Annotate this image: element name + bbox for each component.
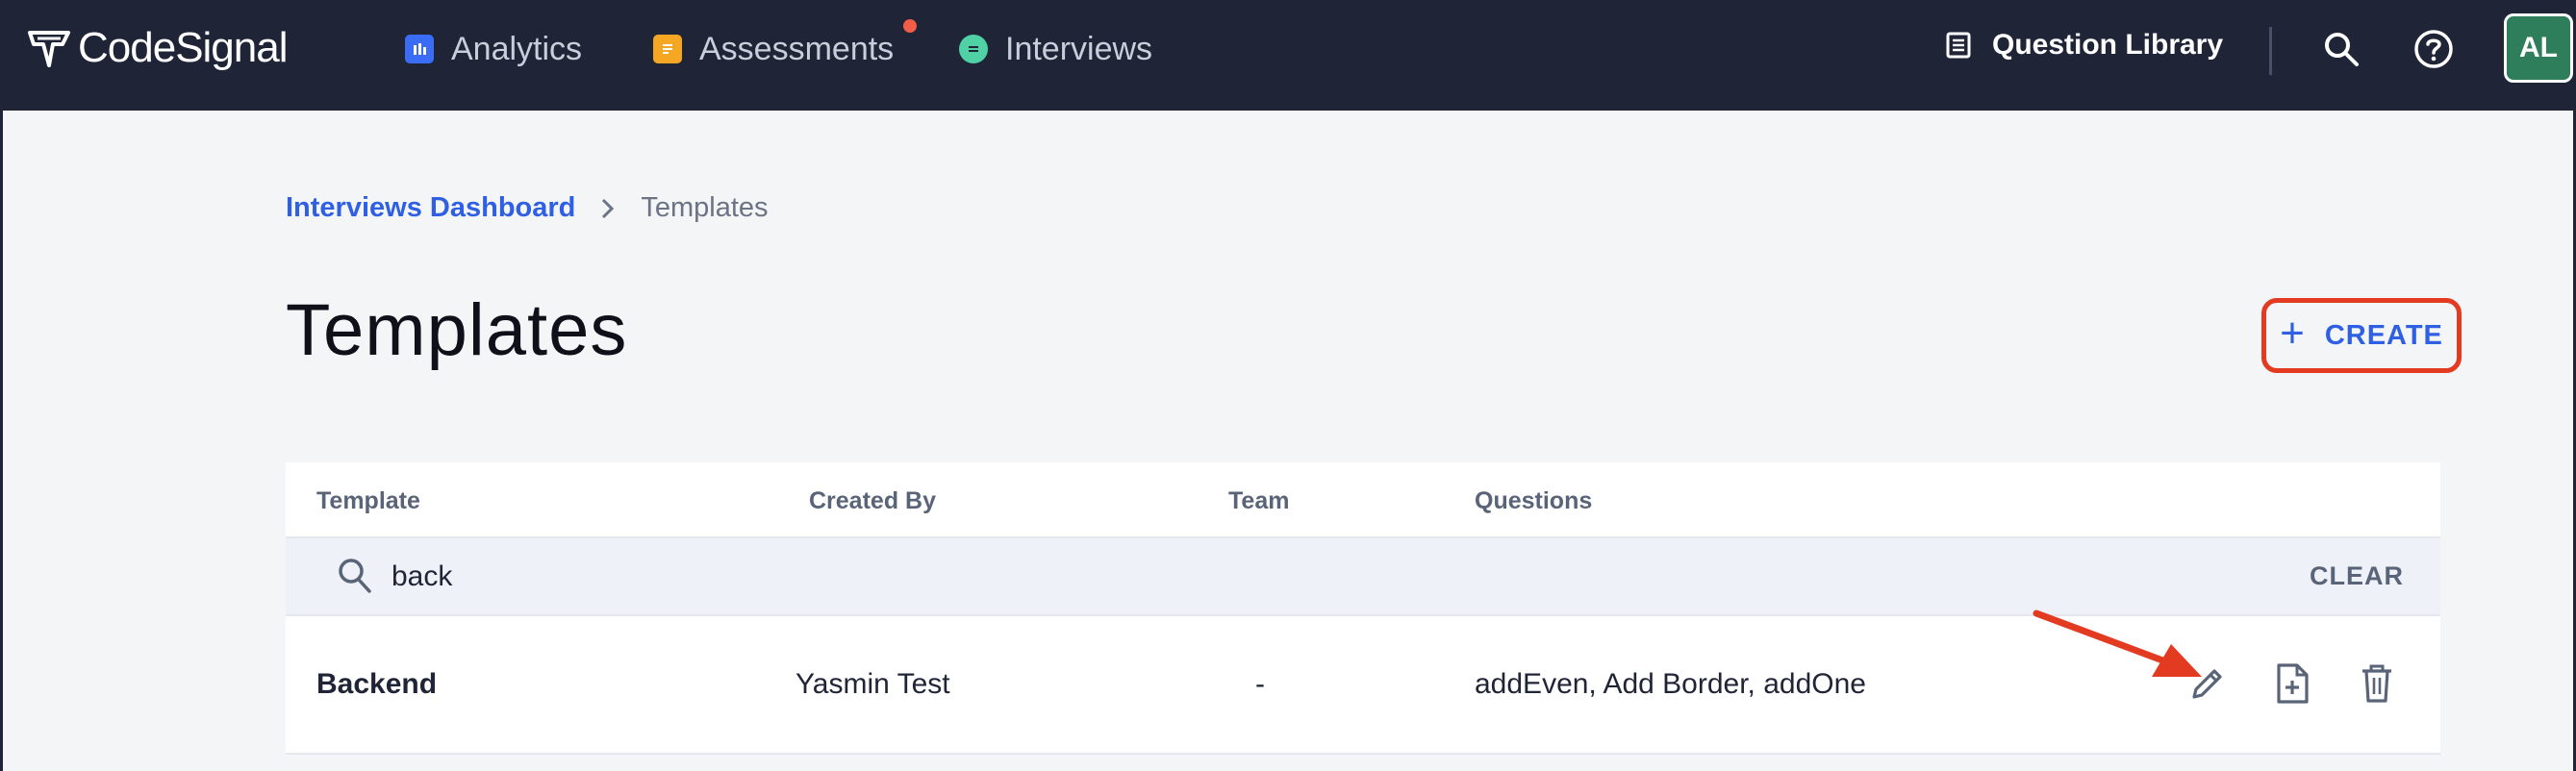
annotation-arrow-icon bbox=[2033, 609, 2202, 677]
clear-button[interactable]: CLEAR bbox=[2310, 561, 2404, 591]
breadcrumb-interviews-dashboard[interactable]: Interviews Dashboard bbox=[286, 192, 575, 224]
cell-template-name: Backend bbox=[316, 668, 438, 700]
question-library-label: Question Library bbox=[1992, 29, 2224, 61]
nav-analytics-label: Analytics bbox=[451, 30, 583, 67]
table-search-row: CLEAR bbox=[286, 538, 2440, 616]
help-icon bbox=[2414, 30, 2453, 68]
chevron-right-icon bbox=[600, 197, 616, 220]
create-button-label: CREATE bbox=[2324, 319, 2443, 351]
template-search-input[interactable] bbox=[391, 554, 1353, 600]
breadcrumb: Interviews Dashboard Templates bbox=[286, 192, 769, 224]
help-button[interactable] bbox=[2412, 27, 2456, 71]
cell-created-by: Yasmin Test bbox=[796, 668, 950, 700]
column-header-template[interactable]: Template bbox=[316, 487, 420, 515]
breadcrumb-current: Templates bbox=[641, 192, 769, 223]
analytics-icon bbox=[405, 35, 434, 63]
codesignal-logo-icon bbox=[28, 31, 70, 67]
nav-interviews-label: Interviews bbox=[1005, 30, 1153, 67]
question-library-link[interactable]: Question Library bbox=[1946, 29, 2223, 62]
assessments-icon bbox=[653, 35, 682, 63]
nav-assessments[interactable]: Assessments bbox=[653, 27, 894, 71]
nav-analytics[interactable]: Analytics bbox=[405, 27, 582, 71]
search-icon bbox=[2325, 33, 2359, 66]
trash-icon bbox=[2362, 664, 2391, 703]
cell-questions: addEven, Add Border, addOne bbox=[1475, 668, 1866, 700]
user-avatar[interactable]: AL bbox=[2504, 13, 2573, 83]
nav-divider bbox=[2269, 27, 2272, 75]
codesignal-logo[interactable]: CodeSignal bbox=[24, 23, 288, 73]
column-header-created-by[interactable]: Created By bbox=[809, 487, 936, 515]
notification-dot bbox=[903, 19, 917, 33]
cell-team: - bbox=[1255, 668, 1265, 700]
table-header: Template Created By Team Questions bbox=[286, 462, 2440, 538]
search-icon bbox=[339, 559, 371, 593]
create-button[interactable]: + CREATE bbox=[2261, 298, 2462, 373]
nav-interviews[interactable]: Interviews bbox=[959, 27, 1152, 71]
page-title: Templates bbox=[286, 289, 628, 371]
interviews-icon bbox=[959, 35, 988, 63]
column-header-questions[interactable]: Questions bbox=[1475, 487, 1592, 515]
top-nav: CodeSignal Analytics Assessments Intervi… bbox=[3, 0, 2573, 111]
duplicate-button[interactable] bbox=[2267, 659, 2317, 709]
column-header-team[interactable]: Team bbox=[1228, 487, 1289, 515]
nav-assessments-label: Assessments bbox=[699, 30, 895, 67]
delete-button[interactable] bbox=[2352, 659, 2402, 709]
book-icon bbox=[1946, 32, 1971, 59]
file-plus-icon bbox=[2277, 663, 2309, 704]
brand-name: CodeSignal bbox=[78, 24, 288, 71]
plus-icon: + bbox=[2280, 310, 2306, 357]
search-button[interactable] bbox=[2319, 27, 2363, 71]
